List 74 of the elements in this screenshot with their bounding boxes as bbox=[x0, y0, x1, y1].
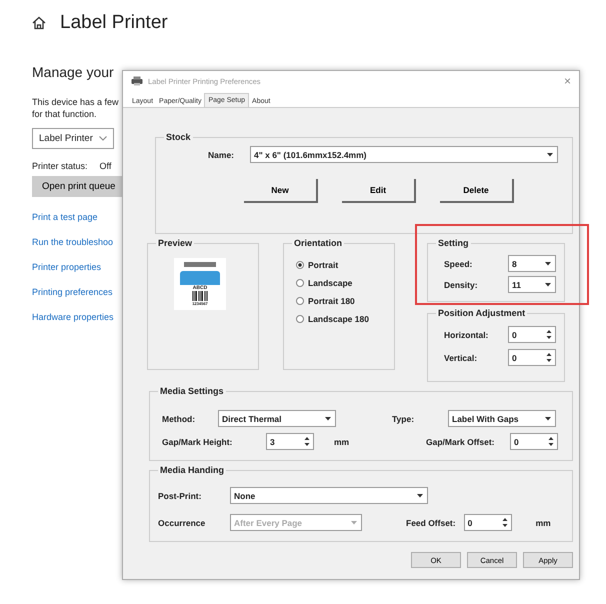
dropdown-arrow-icon bbox=[546, 151, 554, 158]
radio-label[interactable]: Portrait 180 bbox=[308, 296, 355, 306]
radio-button[interactable] bbox=[296, 297, 304, 305]
settings-link[interactable]: Run the troubleshoo bbox=[32, 237, 114, 247]
unit-label: mm bbox=[334, 436, 350, 446]
spinner-arrows-icon bbox=[546, 352, 552, 363]
device-dropdown[interactable]: Label Printer bbox=[32, 128, 114, 149]
spin-field[interactable]: 0 bbox=[510, 433, 558, 450]
field-label: Name: bbox=[207, 150, 234, 160]
field-label: Occurrence bbox=[158, 518, 206, 528]
status-value: Off bbox=[100, 161, 112, 171]
radio-label[interactable]: Landscape bbox=[308, 278, 352, 288]
printer-slot-icon bbox=[184, 262, 216, 267]
spin-field[interactable]: 3 bbox=[266, 433, 314, 450]
method-dropdown[interactable]: Direct Thermal bbox=[218, 410, 336, 427]
value-dropdown[interactable]: 8 bbox=[508, 255, 556, 272]
spinner-arrows-icon bbox=[548, 436, 554, 447]
field-label: Feed Offset: bbox=[406, 518, 456, 528]
chevron-icon bbox=[98, 136, 107, 141]
spin-field[interactable]: 0 bbox=[508, 349, 556, 366]
field-label: Gap/Mark Height: bbox=[162, 436, 234, 446]
field-label: Density: bbox=[444, 280, 478, 290]
printer-icon bbox=[131, 76, 143, 86]
radio-button[interactable] bbox=[296, 315, 304, 323]
group-title: Media Handing bbox=[159, 465, 226, 475]
stock-dropdown[interactable]: 4" x 6" (101.6mmx152.4mm) bbox=[250, 146, 558, 163]
group-title: Media Settings bbox=[159, 386, 225, 396]
spinner-arrows-icon bbox=[304, 436, 310, 447]
dropdown-arrow-icon bbox=[544, 260, 552, 267]
radio-label[interactable]: Landscape 180 bbox=[308, 314, 369, 324]
description-text: This device has a few bbox=[32, 96, 119, 108]
post-print-dropdown[interactable]: None bbox=[230, 487, 428, 504]
group-title: Position Adjustment bbox=[437, 308, 526, 318]
page-title: Label Printer bbox=[60, 12, 168, 34]
type-dropdown[interactable]: Label With Gaps bbox=[448, 410, 556, 427]
home-icon[interactable] bbox=[32, 16, 46, 30]
printer-body-icon bbox=[180, 271, 220, 285]
stock-button[interactable]: Edit bbox=[342, 179, 416, 203]
description-text: for that function. bbox=[32, 108, 98, 120]
spinner-arrows-icon bbox=[546, 329, 552, 340]
value-dropdown[interactable]: 11 bbox=[508, 276, 556, 293]
settings-link[interactable]: Hardware properties bbox=[32, 312, 114, 322]
dropdown-arrow-icon bbox=[324, 415, 332, 422]
group-title: Preview bbox=[157, 238, 194, 248]
dropdown-arrow-icon bbox=[350, 519, 358, 526]
dropdown-arrow-icon bbox=[544, 415, 552, 422]
close-button[interactable]: × bbox=[564, 74, 571, 88]
field-label: Vertical: bbox=[444, 352, 478, 362]
stock-button[interactable]: New bbox=[244, 179, 318, 203]
settings-link[interactable]: Print a test page bbox=[32, 212, 98, 222]
spinner-arrows-icon bbox=[502, 517, 508, 528]
field-label: Horizontal: bbox=[444, 330, 488, 340]
field-label: Speed: bbox=[444, 258, 472, 268]
settings-link[interactable]: Printer properties bbox=[32, 262, 102, 272]
settings-link[interactable]: Printing preferences bbox=[32, 287, 113, 297]
barcode-icon bbox=[192, 291, 208, 301]
section-heading: Manage your bbox=[32, 64, 114, 80]
radio-button[interactable] bbox=[296, 261, 304, 269]
dropdown-arrow-icon bbox=[544, 281, 552, 288]
radio-label[interactable]: Portrait bbox=[308, 260, 338, 270]
field-label: Gap/Mark Offset: bbox=[426, 436, 496, 446]
field-label: Type: bbox=[392, 414, 416, 424]
spin-field[interactable]: 0 bbox=[464, 514, 512, 531]
field-label: Method: bbox=[162, 414, 196, 424]
group-title: Stock bbox=[165, 132, 192, 142]
spin-field[interactable]: 0 bbox=[508, 326, 556, 343]
field-label: Post-Print: bbox=[158, 490, 202, 500]
status-label: Printer status: bbox=[32, 161, 88, 171]
unit-label: mm bbox=[536, 518, 551, 528]
dropdown-arrow-icon bbox=[416, 492, 424, 499]
radio-button[interactable] bbox=[296, 279, 304, 287]
group-title: Setting bbox=[437, 238, 470, 248]
group-title: Orientation bbox=[293, 238, 344, 248]
stock-button[interactable]: Delete bbox=[440, 179, 514, 203]
